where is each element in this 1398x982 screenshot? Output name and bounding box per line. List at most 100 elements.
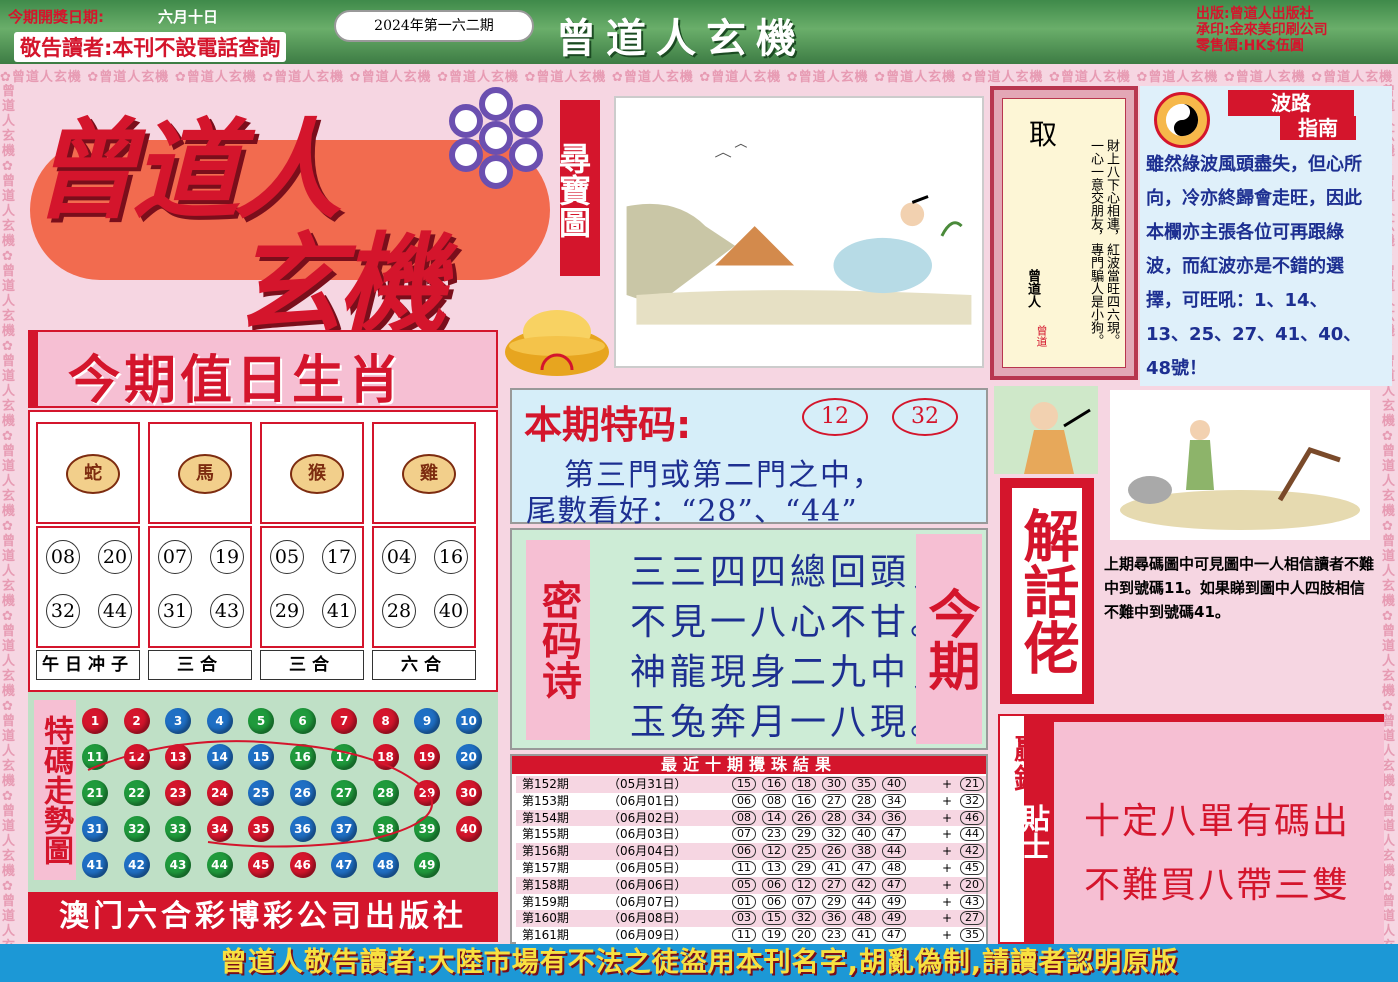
results-number: 14 [762,810,786,825]
trend-ball: 48 [372,852,399,878]
results-number: 12 [792,877,816,892]
results-row: 第154期 （06月02日） 08 14 26 28 34 36 +46 [516,809,986,827]
results-number: 49 [882,894,906,909]
trend-ball: 19 [414,744,440,770]
zodiac-number: 29 [270,594,304,628]
results-number: 28 [852,793,876,808]
trend-ball: 12 [123,744,150,770]
trend-ball: 10 [455,708,482,734]
results-date: （06月03日） [608,827,687,842]
zodiac-picture: 猴 [260,422,364,524]
results-issue: 第155期 [522,827,569,842]
issue-number: 2024年第一六二期 [334,10,534,42]
results-number: 41 [822,861,846,875]
trend-ball: 4 [206,708,233,734]
treasure-hunt-picture [614,96,984,368]
results-row: 第156期 （06月04日） 06 12 25 26 38 44 +42 [516,843,986,860]
trend-ball: 21 [82,780,108,806]
results-number: 47 [882,928,906,943]
page: 今期開獎日期: 六月十日 敬告讀者:本刊不設電話查詢 2024年第一六二期 曾道… [0,0,1398,982]
results-number: 05 [732,877,756,892]
results-number: 29 [792,827,816,842]
zodiac-number: 43 [210,594,244,628]
results-number: 48 [882,861,906,875]
trend-ball: 43 [165,852,191,878]
poem-key-character: 取 [1029,118,1058,151]
results-special-number: 46 [960,810,984,825]
trend-ball: 32 [123,816,150,842]
zodiac-numbers: 04 16 28 40 [372,526,476,648]
trend-ball: 31 [82,816,108,842]
results-issue: 第154期 [522,810,569,825]
results-number: 11 [732,861,756,875]
results-number: 40 [852,827,876,842]
secret-poem-line: 玉兔奔月一八現。 [630,702,951,743]
trend-ball: 37 [331,816,357,842]
yin-yang-icon [1154,92,1210,148]
secret-poem-line: 神龍現身二九中， [630,652,951,693]
secret-poem-line: 三三四四總回頭， [630,552,951,593]
results-number: 16 [762,777,786,791]
zodiac-number: 41 [322,594,356,628]
results-title: 最近十期攪珠結果 [512,756,986,774]
results-row: 第157期 （06月05日） 11 13 29 41 47 48 +45 [516,860,986,877]
results-number: 26 [792,810,816,825]
results-row: 第155期 （06月03日） 07 23 29 32 40 47 +44 [516,826,986,844]
zodiac-animal: 蛇 [66,454,120,494]
zodiac-column: 蛇 08 20 32 44 午日冲子 [32,422,144,680]
secret-poem-line: 不見一八心不甘。 [630,602,951,643]
guide-title-2: 指南 [1280,116,1356,140]
trend-ball: 42 [123,852,150,878]
results-number: 44 [882,844,906,859]
scholar-picture [994,386,1098,474]
results-number: 19 [762,928,786,943]
results-issue: 第158期 [522,877,569,892]
results-date: （06月09日） [608,928,687,943]
trend-ball: 22 [123,780,150,806]
results-date: （06月02日） [608,810,687,825]
results-row: 第160期 （06月08日） 03 15 32 36 48 49 +27 [516,910,986,928]
results-row: 第152期 （05月31日） 15 16 18 30 35 40 +21 [516,776,986,793]
trend-ball: 44 [206,852,233,878]
results-number: 38 [852,844,876,859]
trend-ball: 39 [414,816,440,842]
trend-ball: 49 [414,852,440,878]
trend-ball: 29 [414,780,440,806]
trend-ball: 3 [165,708,191,734]
results-number: 34 [882,793,906,808]
results-number: 47 [882,827,906,842]
results-number: 25 [792,844,816,859]
footer-warning: 曾道人敬告讀者:大陸市場有不法之徒盜用本刊名字,胡亂偽制,請讀者認明原版 [0,944,1398,982]
trend-ball: 33 [165,816,191,842]
results-number: 23 [762,827,786,842]
results-plus-sign: + [942,793,953,808]
trend-ball: 18 [372,744,399,770]
zodiac-numbers: 07 19 31 43 [148,526,252,648]
results-number: 32 [822,827,846,842]
zodiac-number: 44 [98,594,132,628]
trend-ball: 7 [331,708,357,734]
results-number: 01 [732,894,756,909]
special-code-panel: 本期特码: 12 32 第三門或第二門之中， 尾數看好：“28”、“44” [510,388,988,529]
secret-poem-label: 密码诗 [526,540,590,740]
results-issue: 第161期 [522,928,569,943]
results-plus-sign: + [942,861,953,875]
zodiac-number: 16 [434,540,468,574]
trend-ball: 2 [123,708,150,734]
results-special-number: 20 [960,877,984,892]
results-issue: 第157期 [522,861,569,875]
trend-ball: 20 [455,744,482,770]
results-number: 06 [762,894,786,909]
talk-panel: 解話佬 [1000,478,1094,704]
results-date: （06月06日） [608,877,687,892]
zodiac-animal: 雞 [402,454,456,494]
trend-ball: 24 [206,780,233,806]
results-number: 07 [792,894,816,909]
poem-signature: 曾道人 [1025,269,1040,308]
zodiac-relation-label: 三合 [148,650,252,680]
results-table: 最近十期攪珠結果 第152期 （05月31日） 15 16 18 30 35 40 +21 第15… [510,754,988,944]
trend-ball: 34 [206,816,233,842]
draw-date: 六月十日 [158,8,219,26]
zodiac-relation-label: 三合 [260,650,364,680]
zodiac-title-panel: 今期值日生肖 [28,330,498,411]
